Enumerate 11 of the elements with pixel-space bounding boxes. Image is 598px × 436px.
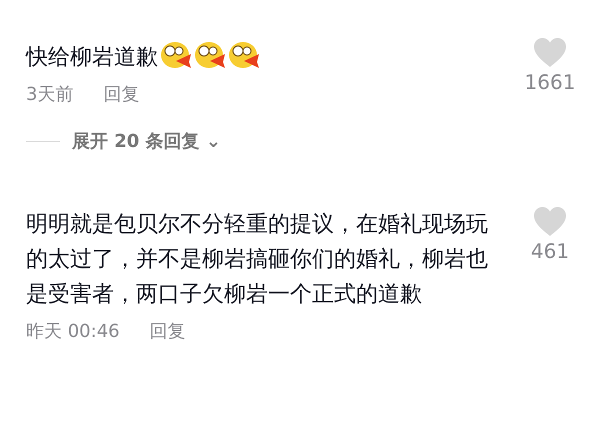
reply-link[interactable]: 回复 <box>103 81 140 108</box>
comment-text: 快给柳岩道歉 <box>26 45 158 70</box>
like-count: 461 <box>530 238 570 265</box>
comment-text: 明明就是包贝尔不分轻重的提议，在婚礼现场玩的太过了，并不是柳岩搞砸你们的婚礼，柳岩也是受害者，两口子欠柳岩一个正式的道歉 <box>26 212 488 307</box>
reply-link[interactable]: 回复 <box>150 318 186 345</box>
expand-replies-link[interactable]: 展开 20 条回复 ⌄ <box>72 128 221 155</box>
heart-icon[interactable] <box>534 207 566 236</box>
comment-time: 3天前 <box>26 83 74 107</box>
comment-time: 昨天 00:46 <box>26 320 120 344</box>
heart-icon[interactable] <box>534 38 566 67</box>
like-count: 1661 <box>524 69 576 96</box>
